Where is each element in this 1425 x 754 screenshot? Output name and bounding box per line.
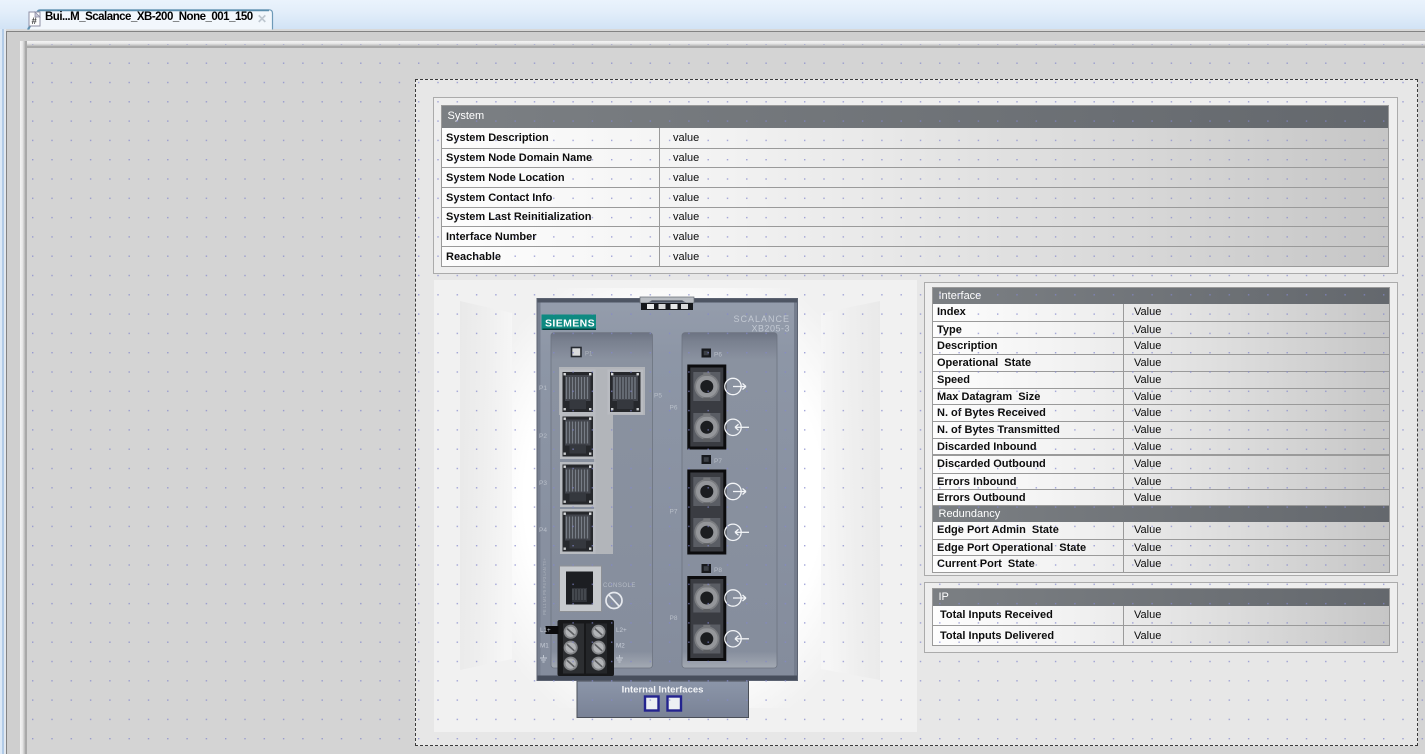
svg-text:P6: P6 xyxy=(714,352,722,359)
svg-text:P5: P5 xyxy=(654,393,662,400)
svg-text:P7: P7 xyxy=(714,458,722,465)
svg-text:P2: P2 xyxy=(539,433,547,440)
svg-text:XB205-3: XB205-3 xyxy=(751,324,790,334)
svg-text:P4: P4 xyxy=(539,527,547,534)
svg-text:P8: P8 xyxy=(714,567,722,574)
svg-text:M1: M1 xyxy=(540,643,549,650)
svg-text:SIEMENS: SIEMENS xyxy=(545,318,595,330)
svg-text:P3: P3 xyxy=(539,480,547,487)
svg-text:P8: P8 xyxy=(670,615,678,622)
svg-text:M2: M2 xyxy=(616,643,625,650)
svg-text:Internal Interfaces: Internal Interfaces xyxy=(622,685,704,696)
svg-text:P1: P1 xyxy=(539,385,547,392)
svg-text:L1+: L1+ xyxy=(540,627,551,634)
svg-text:PE L1 M1 P5 P4 P3 LAN T: PE L1 M1 P5 P4 P3 LAN TX+ xyxy=(542,558,547,615)
svg-text:P1: P1 xyxy=(585,352,593,358)
svg-text:CONSOLE: CONSOLE xyxy=(603,583,636,589)
svg-text:SCALANCE: SCALANCE xyxy=(733,314,790,324)
svg-text:#: # xyxy=(32,16,38,27)
svg-text:P7: P7 xyxy=(670,509,678,516)
svg-text:L2+: L2+ xyxy=(616,627,627,634)
svg-text:P6: P6 xyxy=(670,405,678,412)
